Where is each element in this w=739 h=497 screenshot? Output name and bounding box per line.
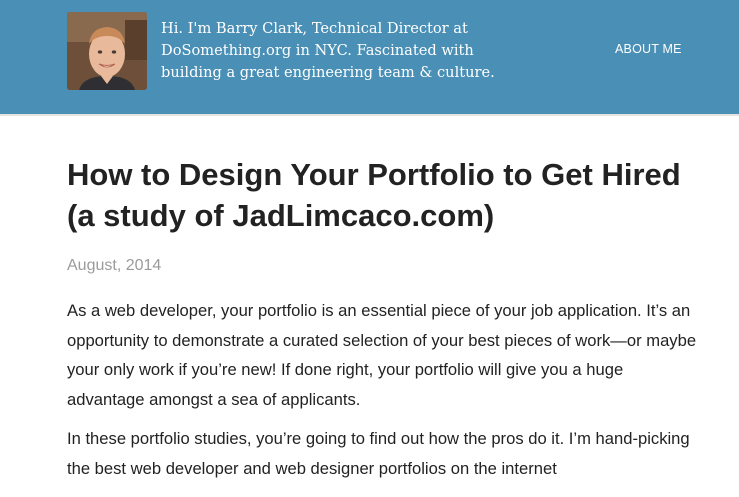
nav-about-me-link[interactable]: ABOUT ME [615, 42, 682, 56]
post-title: How to Design Your Portfolio to Get Hire… [67, 157, 681, 233]
site-header: Hi. I'm Barry Clark, Technical Director … [0, 0, 739, 116]
avatar[interactable] [67, 12, 147, 90]
blog-post: How to Design Your Portfolio to Get Hire… [67, 154, 697, 483]
avatar-portrait-image [67, 12, 147, 90]
post-paragraph: As a web developer, your portfolio is an… [67, 301, 697, 410]
post-date: August, 2014 [67, 257, 162, 274]
site-description: Hi. I'm Barry Clark, Technical Director … [161, 20, 495, 81]
post-paragraph: In these portfolio studies, you’re going… [67, 428, 690, 478]
